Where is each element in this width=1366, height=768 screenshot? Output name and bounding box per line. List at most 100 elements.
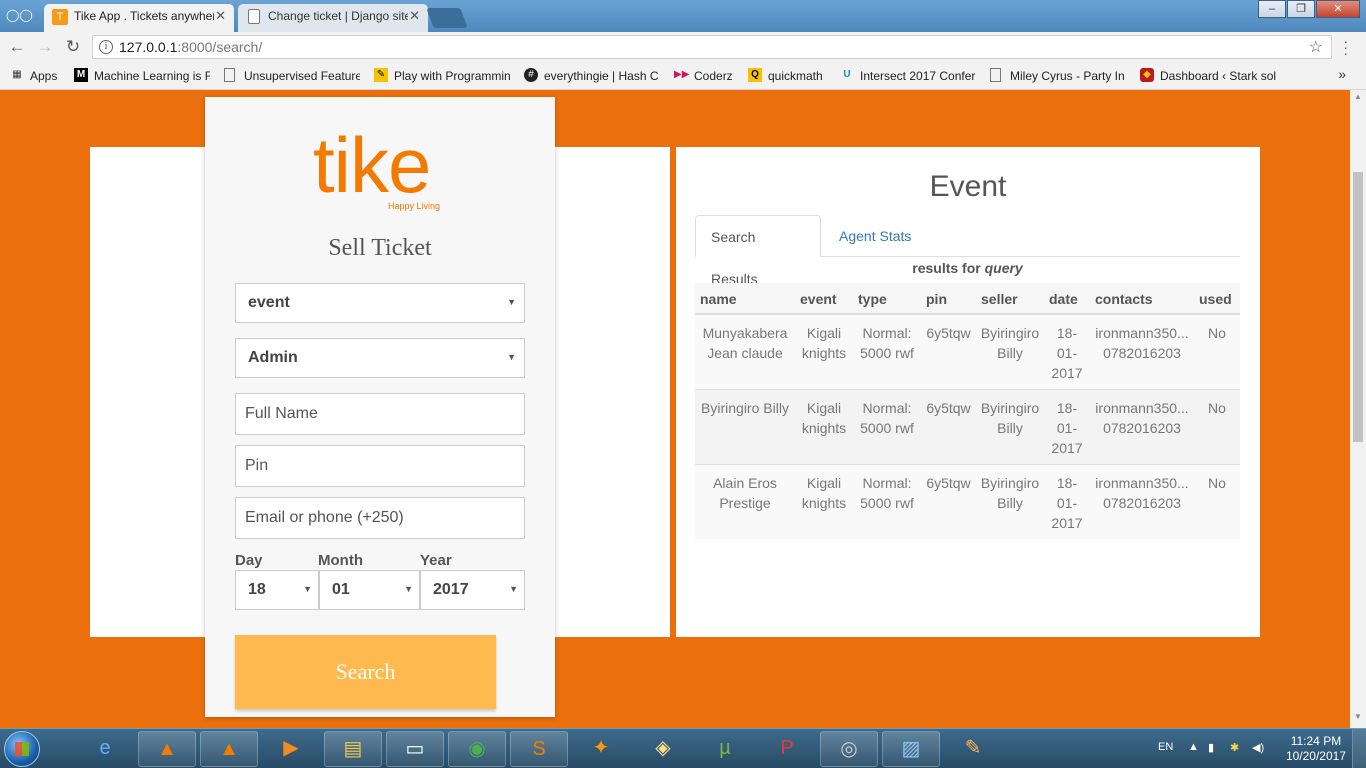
volume-icon[interactable]: ◀) [1252,741,1264,754]
quickmath-q-icon: Q [748,68,762,82]
language-indicator[interactable]: EN [1158,741,1173,753]
chevron-down-icon: ▼ [507,297,516,307]
compass-app-icon[interactable]: ◎ [820,731,878,767]
back-arrow-icon[interactable]: ← [7,37,27,57]
agent-select[interactable]: Admin ▼ [235,338,525,378]
year-select-value: 2017 [433,581,469,598]
bookmark-unsupervised[interactable]: Unsupervised Feature [224,68,360,84]
page-scrollbar[interactable]: ▲ ▼ [1350,90,1366,728]
show-desktop-button[interactable] [1352,729,1366,768]
more-bookmarks-icon[interactable]: » [1338,66,1346,82]
tab-django-admin[interactable]: Change ticket | Django site admin ✕ [238,4,428,32]
bookmark-miley-cyrus[interactable]: Miley Cyrus - Party In [990,68,1126,84]
table-row: Munyakabera Jean claude Kigali knights N… [695,313,1240,390]
pin-placeholder: Pin [245,457,269,474]
cell-used: No [1194,464,1240,539]
sell-ticket-title: Sell Ticket [328,235,432,261]
scroll-thumb[interactable] [1353,172,1363,442]
year-label: Year [420,552,452,569]
browser-menu-icon[interactable]: · · · [1343,34,1348,60]
month-select[interactable]: 01 ▼ [319,570,420,610]
media-player-icon[interactable]: ▶ [262,731,320,767]
reload-icon[interactable]: ↻ [63,37,83,57]
tab-tike-app[interactable]: T Tike App . Tickets anywhere ✕ [44,4,234,32]
new-tab-button[interactable] [426,8,468,28]
bookmark-machine-learning[interactable]: M Machine Learning is F [74,68,210,84]
device-icon[interactable]: ▮ [1208,741,1214,754]
search-button[interactable]: Search [235,635,496,709]
close-tab-icon[interactable]: ✕ [409,4,420,28]
hash-icon: # [524,68,538,82]
medium-m-icon: M [74,68,88,82]
bookmark-quickmath[interactable]: Qquickmath [748,68,838,84]
code-icon: ✎ [374,68,388,82]
close-window-button[interactable]: ✕ [1316,0,1360,18]
contact-placeholder: Email or phone (+250) [245,509,404,526]
month-select-value: 01 [332,581,350,598]
tab-agent-stats[interactable]: Agent Stats [824,215,926,257]
image-viewer-icon[interactable]: ▨ [882,731,940,767]
paint-icon[interactable]: ✎ [944,731,1002,767]
scroll-up-icon[interactable]: ▲ [1350,92,1366,106]
maximize-button[interactable]: ❐ [1287,0,1315,18]
cell-used: No [1194,313,1240,390]
network-app-icon[interactable]: ✦ [572,731,630,767]
day-select-value: 18 [248,581,266,598]
cell-type: Normal: 5000 rwf [853,464,921,539]
column-header: seller [976,283,1044,315]
system-clock[interactable]: 11:24 PM 10/20/2017 [1286,734,1346,764]
sticky-notes-icon[interactable]: ◈ [634,731,692,767]
scroll-down-icon[interactable]: ▼ [1350,712,1366,726]
utorrent-icon[interactable]: µ [696,731,754,767]
month-label: Month [318,552,363,569]
bookmark-coderz[interactable]: ▶▶ Coderz [674,68,740,84]
psiphon-icon[interactable]: P [758,731,816,767]
cell-name: Byiringiro Billy [695,389,795,465]
window-controls: – ❐ ✕ [1257,0,1360,18]
column-header: name [695,283,795,315]
info-icon[interactable]: i [99,40,113,54]
year-select[interactable]: 2017 ▼ [420,570,525,610]
close-tab-icon[interactable]: ✕ [215,4,226,28]
address-bar[interactable]: i 127.0.0.1:8000/search/ ☆ [92,35,1332,59]
internet-explorer-icon[interactable]: e [76,731,134,767]
agent-select-value: Admin [248,349,298,366]
cell-name: Alain Eros Prestige [695,464,795,539]
tab-search-results[interactable]: Search Results [695,215,821,287]
bookmark-play-programming[interactable]: ✎ Play with Programmin [374,68,510,84]
event-select[interactable]: event ▼ [235,283,525,323]
tab-title: Change ticket | Django site admin [268,9,408,23]
day-select[interactable]: 18 ▼ [235,570,319,610]
chevron-down-icon: ▼ [303,584,312,594]
apps-grid-icon: ▦ [12,69,22,80]
cell-pin: 6y5tqw [921,389,976,465]
file-explorer-icon[interactable]: ▤ [324,731,382,767]
full-name-input[interactable]: Full Name [235,393,525,435]
cell-contacts: ironmann350... 0782016203 [1090,464,1194,539]
bookmark-intersect[interactable]: U Intersect 2017 Confer [840,68,976,84]
bookmark-apps[interactable]: ▦ Apps [10,68,70,84]
cell-date: 18-01-2017 [1044,464,1090,539]
vlc-icon[interactable]: ▲ [138,731,196,767]
pin-input[interactable]: Pin [235,445,525,487]
clock-date: 10/20/2017 [1285,749,1346,763]
vlc-icon[interactable]: ▲ [200,731,258,767]
cell-date: 18-01-2017 [1044,313,1090,390]
show-hidden-icons-icon[interactable]: ▲ [1188,741,1199,753]
sublime-text-icon[interactable]: S [510,731,568,767]
bookmark-dashboard-stark[interactable]: ◆ Dashboard ‹ Stark sol [1140,68,1276,84]
chrome-icon[interactable]: ◉ [448,731,506,767]
bookmark-everythingie[interactable]: # everythingie | Hash C [524,68,660,84]
cell-type: Normal: 5000 rwf [853,389,921,465]
network-warning-icon[interactable]: ✱ [1230,741,1239,754]
table-row: Alain Eros Prestige Kigali knights Norma… [695,464,1240,539]
cell-used: No [1194,389,1240,465]
minimize-button[interactable]: – [1258,0,1286,18]
bookmark-star-icon[interactable]: ☆ [1309,37,1323,57]
contact-input[interactable]: Email or phone (+250) [235,497,525,539]
command-prompt-icon[interactable]: ▭ [386,731,444,767]
full-name-placeholder: Full Name [245,405,318,422]
start-button[interactable] [4,731,40,767]
forward-arrow-icon[interactable]: → [35,37,55,57]
cell-name: Munyakabera Jean claude [695,313,795,390]
